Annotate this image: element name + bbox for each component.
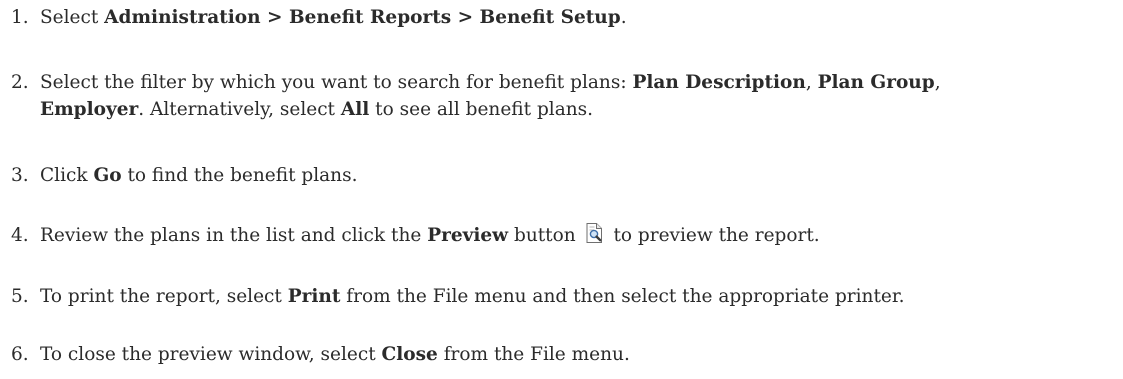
step-text-run: from the File menu. [437, 344, 630, 365]
step-text-run: to preview the report. [607, 225, 820, 246]
menu-path: Administration > Benefit Reports > Benef… [104, 7, 621, 28]
step-text-run: , [934, 72, 941, 93]
preview-report-icon [584, 222, 606, 244]
preview-button-reference: Preview [427, 225, 509, 246]
step-text-run: to see all benefit plans. [369, 99, 594, 120]
step-text-run: Select [40, 7, 105, 28]
print-menu-reference: Print [287, 286, 341, 307]
close-menu-reference: Close [381, 344, 438, 365]
step-text-run: . [620, 7, 627, 28]
step-number: 2. [11, 72, 29, 93]
step-text-run: to find the benefit plans. [121, 165, 358, 186]
step-text-run: To print the report, select [40, 286, 288, 307]
step-number: 3. [11, 165, 29, 186]
step-text-run: To close the preview window, select [40, 344, 382, 365]
step-text-run: button [508, 225, 582, 246]
filter-employer: Employer [40, 99, 139, 120]
filter-all: All [340, 99, 370, 120]
step-text: To close the preview window, select Clos… [40, 341, 1118, 368]
step-text-run: Select the filter by which you want to s… [40, 72, 633, 93]
step-number: 5. [11, 286, 29, 307]
step-text-run: from the File menu and then select the a… [340, 286, 905, 307]
step-text: Click Go to find the benefit plans. [40, 162, 1118, 189]
step-text-run: Click [40, 165, 94, 186]
filter-plan-group: Plan Group [817, 72, 935, 93]
step-text-run: , [805, 72, 818, 93]
step-number: 4. [11, 225, 29, 246]
step-text: Review the plans in the list and click t… [40, 222, 1118, 249]
step-text: Select Administration > Benefit Reports … [40, 4, 1118, 31]
step-text-run: Review the plans in the list and click t… [40, 225, 428, 246]
step-text-run: . Alternatively, select [138, 99, 341, 120]
step-text: To print the report, select Print from t… [40, 283, 1118, 310]
filter-plan-description: Plan Description [632, 72, 806, 93]
go-button-reference: Go [93, 165, 122, 186]
step-number: 6. [11, 344, 29, 365]
step-text: Select the filter by which you want to s… [40, 69, 960, 123]
step-number: 1. [11, 7, 29, 28]
